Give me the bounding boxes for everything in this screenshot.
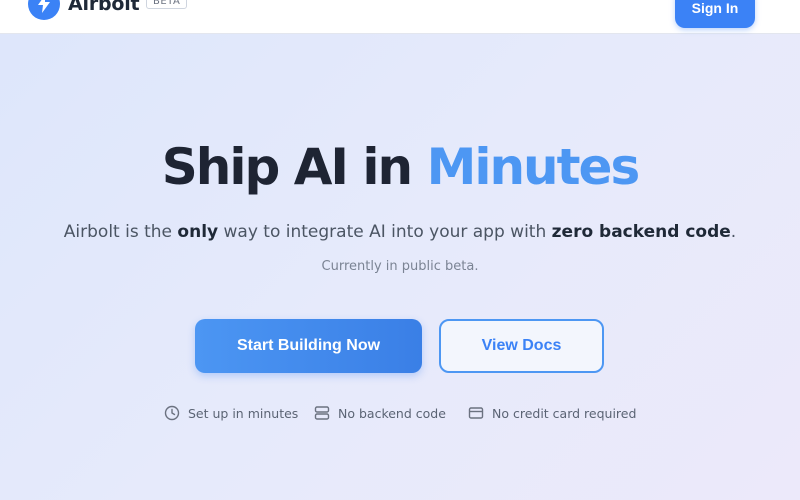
- server-icon: [314, 405, 330, 421]
- top-header: Airbolt BETA Sign In: [0, 0, 800, 34]
- hero-title-accent: Minutes: [426, 138, 641, 196]
- subtitle-part-3: .: [730, 222, 737, 242]
- feature-label: Set up in minutes: [188, 405, 299, 421]
- start-building-button[interactable]: Start Building Now: [195, 319, 422, 373]
- feature-list: Set up in minutes No backend code No cre…: [0, 405, 800, 425]
- beta-note: Currently in public beta.: [321, 259, 479, 274]
- sign-in-button[interactable]: Sign In: [675, 0, 755, 28]
- feature-label: No credit card required: [492, 405, 637, 421]
- clock-icon: [164, 405, 180, 421]
- credit-card-icon: [468, 405, 484, 421]
- hero-subtitle: Airbolt is the only way to integrate AI …: [0, 222, 800, 242]
- view-docs-button[interactable]: View Docs: [439, 319, 604, 373]
- lightning-bolt-icon[interactable]: [28, 0, 60, 20]
- feature-label: No backend code: [338, 405, 446, 421]
- subtitle-bold-only: only: [177, 222, 219, 242]
- feature-item-setup: Set up in minutes: [164, 405, 298, 421]
- subtitle-part-2: way to integrate AI into your app with: [218, 222, 552, 242]
- hero-title-main: Ship AI in: [161, 138, 427, 196]
- hero-title: Ship AI in Minutes: [0, 138, 800, 196]
- brand-name[interactable]: Airbolt: [68, 0, 140, 15]
- feature-item-credit-card: No credit card required: [468, 405, 636, 421]
- subtitle-bold-zero-backend: zero backend code: [551, 222, 731, 242]
- beta-badge: BETA: [146, 0, 188, 9]
- subtitle-part-1: Airbolt is the: [63, 222, 178, 242]
- feature-item-backend: No backend code: [314, 405, 446, 421]
